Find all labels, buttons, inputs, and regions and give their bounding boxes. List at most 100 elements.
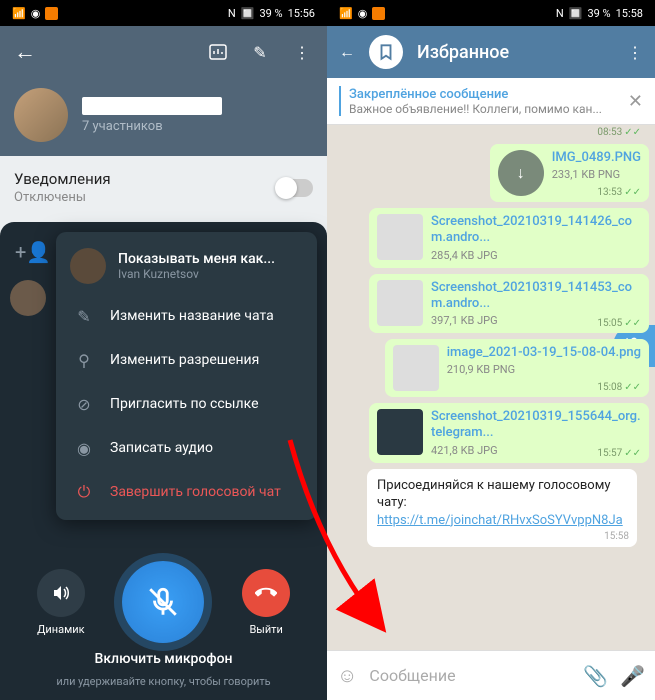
file-thumb xyxy=(377,280,423,326)
chat-header: ← Избранное ⋮ xyxy=(327,26,655,78)
message-time: 15:08✓✓ xyxy=(597,382,641,393)
group-subtitle: 7 участников xyxy=(82,119,222,134)
composer: ☺ Сообщение 📎 🎤 xyxy=(327,650,655,700)
pinned-title: Закреплённое сообщение xyxy=(349,87,620,102)
file-thumb xyxy=(377,214,423,260)
menu-invite-link[interactable]: ⊘Пригласить по ссылке xyxy=(56,382,317,426)
battery-pct: 39 % xyxy=(587,7,610,20)
link-icon: ⊘ xyxy=(74,394,94,414)
wifi-icon: ◉ xyxy=(358,7,368,20)
menu-header-sub: Ivan Kuznetsov xyxy=(118,267,275,281)
poll-icon[interactable] xyxy=(207,41,229,63)
mic-hint-sub: или удерживайте кнопку, чтобы говорить xyxy=(56,675,270,688)
edit-icon[interactable]: ✎ xyxy=(249,41,271,63)
file-message[interactable]: Screenshot_20210319_141426_com.andro... … xyxy=(369,208,649,268)
menu-avatar xyxy=(70,248,106,284)
clock: 15:56 xyxy=(288,7,315,20)
speaker-label: Динамик xyxy=(37,623,84,636)
mic-icon[interactable]: 🎤 xyxy=(620,664,645,688)
speaker-button[interactable] xyxy=(37,569,85,617)
nfc-icon: N xyxy=(228,7,236,20)
menu-record[interactable]: ◉Записать аудио xyxy=(56,426,317,470)
mic-button[interactable] xyxy=(122,561,204,643)
menu-header-title: Показывать меня как... xyxy=(118,251,275,267)
participant-avatar[interactable] xyxy=(10,280,46,316)
pencil-icon: ✎ xyxy=(74,306,94,326)
saved-icon[interactable] xyxy=(369,35,403,69)
menu-header[interactable]: Показывать меня как... Ivan Kuznetsov xyxy=(56,238,317,294)
chat-title: Избранное xyxy=(417,42,613,63)
pin-accent xyxy=(339,86,341,116)
file-name: Screenshot_20210319_155644_org.telegram.… xyxy=(431,409,641,442)
hangup-icon: ⏻ xyxy=(74,482,94,502)
add-participant-icon[interactable]: +👤 xyxy=(15,240,41,266)
chat-header: ← ✎ ⋮ xyxy=(0,26,327,78)
group-avatar xyxy=(14,88,68,142)
menu-end-call[interactable]: ⏻Завершить голосовой чат xyxy=(56,470,317,514)
download-icon[interactable]: ↓ xyxy=(498,150,544,196)
file-message[interactable]: ↓ IMG_0489.PNG 233,1 KB PNG 13:53✓✓ xyxy=(490,144,649,202)
file-meta: 285,4 KB JPG xyxy=(431,249,641,262)
menu-rename[interactable]: ✎Изменить название чата xyxy=(56,294,317,338)
emoji-icon[interactable]: ☺ xyxy=(337,663,357,688)
notif-sub: Отключены xyxy=(14,190,111,205)
call-controls: Динамик Выйти Включить микрофон или удер… xyxy=(0,561,327,688)
leave-label: Выйти xyxy=(249,623,282,636)
message-time: 13:53✓✓ xyxy=(597,187,641,198)
notif-title: Уведомления xyxy=(14,170,111,188)
message-time: 15:57✓✓ xyxy=(597,448,641,459)
group-info[interactable]: 7 участников xyxy=(0,78,327,156)
wifi-icon: ◉ xyxy=(31,7,41,20)
pinned-text: Важное объявление!! Коллеги, помимо кан.… xyxy=(349,102,620,116)
file-message[interactable]: Screenshot_20210319_155644_org.telegram.… xyxy=(369,403,649,463)
voice-chat-screen: 📶 ◉ N 🔲 39 % 15:56 ← ✎ ⋮ 7 участников Ув… xyxy=(0,0,327,700)
mic-hint-title: Включить микрофон xyxy=(94,651,232,667)
notifications-row[interactable]: Уведомления Отключены xyxy=(0,156,327,219)
notif-toggle[interactable] xyxy=(277,179,313,197)
voice-chat-sheet: +👤 Показывать меня как... Ivan Kuznetsov… xyxy=(0,222,327,700)
battery-icon: 🔲 xyxy=(569,7,583,20)
file-name: Screenshot_20210319_141426_com.andro... xyxy=(431,214,641,247)
file-meta: 210,9 KB PNG xyxy=(447,363,641,376)
context-menu: Показывать меня как... Ivan Kuznetsov ✎И… xyxy=(56,232,317,520)
message-time: 15:58 xyxy=(604,530,629,544)
nfc-icon: N xyxy=(556,7,564,20)
more-icon[interactable]: ⋮ xyxy=(627,43,643,62)
back-icon[interactable]: ← xyxy=(14,39,36,65)
invite-link[interactable]: https://t.me/joinchat/RHvxSoSYVvppN8Ja xyxy=(377,513,623,528)
file-message[interactable]: Screenshot_20210319_141453_com.andro... … xyxy=(369,274,649,334)
app-badge-icon xyxy=(45,7,58,20)
statusbar: 📶 ◉ N 🔲 39 % 15:56 xyxy=(0,0,327,26)
message-time: 08:53✓✓ xyxy=(597,127,649,138)
record-icon: ◉ xyxy=(74,438,94,458)
clock: 15:58 xyxy=(616,7,643,20)
back-icon[interactable]: ← xyxy=(339,42,355,62)
battery-pct: 39 % xyxy=(259,7,282,20)
app-badge-icon xyxy=(372,7,385,20)
file-message[interactable]: image_2021-03-19_15-08-04.png 210,9 KB P… xyxy=(385,339,649,397)
message-text: Присоединяйся к нашему голосовому чату: xyxy=(377,478,611,511)
message-list[interactable]: 08:53✓✓ ↓ IMG_0489.PNG 233,1 KB PNG 13:5… xyxy=(327,125,655,553)
message-time: 15:05✓✓ xyxy=(597,318,641,329)
group-title xyxy=(82,97,222,115)
statusbar: 📶 ◉ N 🔲 39 % 15:58 xyxy=(327,0,655,26)
message-input[interactable]: Сообщение xyxy=(369,666,571,685)
pinned-message[interactable]: Закреплённое сообщение Важное объявление… xyxy=(327,78,655,125)
leave-button[interactable] xyxy=(242,569,290,617)
file-name: IMG_0489.PNG xyxy=(552,150,641,166)
text-message[interactable]: Присоединяйся к нашему голосовому чату: … xyxy=(367,469,637,548)
file-name: image_2021-03-19_15-08-04.png xyxy=(447,345,641,361)
signal-icon: 📶 xyxy=(12,7,26,20)
key-icon: ⚲ xyxy=(74,350,94,370)
attach-icon[interactable]: 📎 xyxy=(583,664,608,688)
battery-icon: 🔲 xyxy=(241,7,255,20)
menu-permissions[interactable]: ⚲Изменить разрешения xyxy=(56,338,317,382)
saved-messages-screen: 📶 ◉ N 🔲 39 % 15:58 ← Избранное ⋮ Закрепл… xyxy=(327,0,655,700)
more-icon[interactable]: ⋮ xyxy=(291,41,313,63)
close-icon[interactable]: ✕ xyxy=(628,91,643,112)
file-name: Screenshot_20210319_141453_com.andro... xyxy=(431,280,641,313)
file-thumb xyxy=(393,345,439,391)
signal-icon: 📶 xyxy=(339,7,353,20)
file-thumb xyxy=(377,409,423,455)
file-meta: 233,1 KB PNG xyxy=(552,168,641,181)
